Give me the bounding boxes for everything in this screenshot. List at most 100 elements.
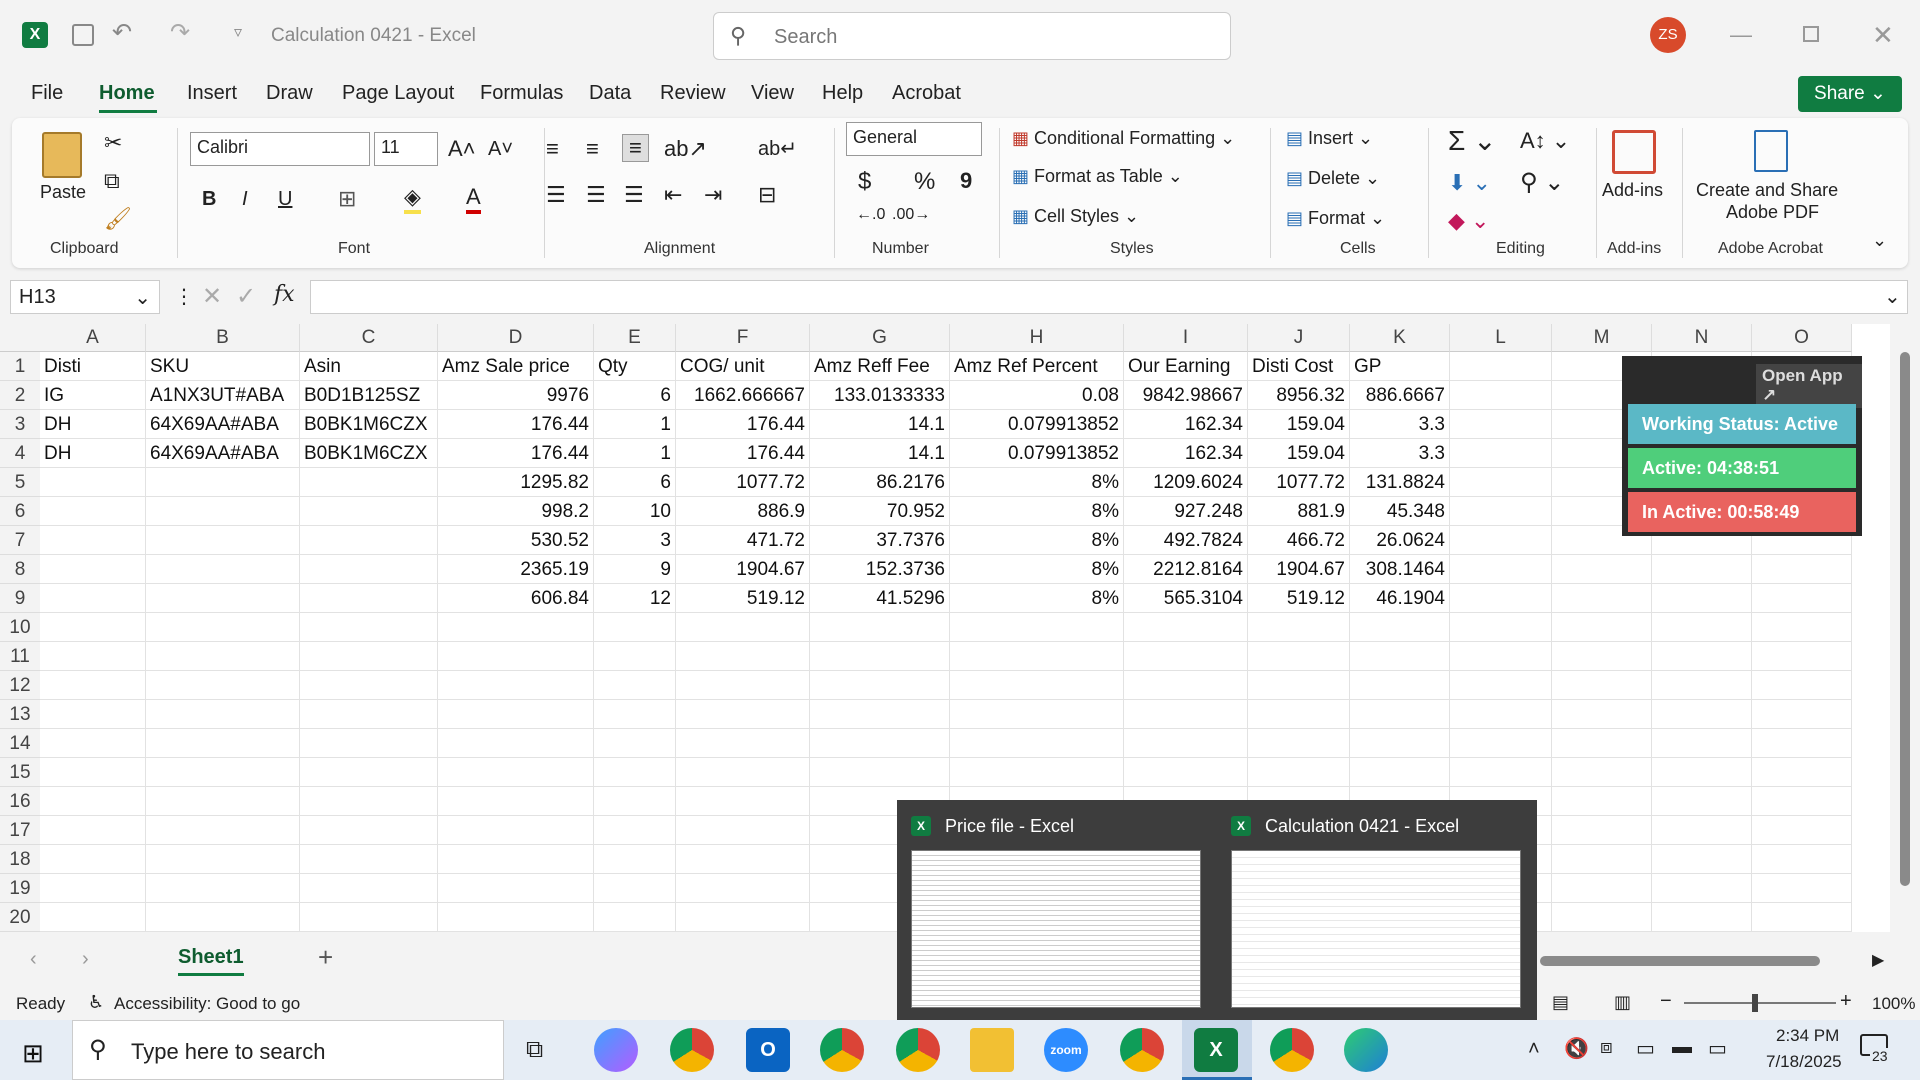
empty-cell[interactable] (300, 758, 438, 787)
empty-cell[interactable] (594, 729, 676, 758)
empty-cell[interactable] (1124, 671, 1248, 700)
horizontal-scrollbar[interactable] (1540, 956, 1820, 966)
row-header[interactable]: 15 (0, 758, 40, 787)
empty-cell[interactable] (1124, 758, 1248, 787)
redo-icon[interactable]: ↷ (170, 18, 190, 47)
empty-cell[interactable] (1450, 700, 1552, 729)
tab-review[interactable]: Review (660, 82, 726, 105)
cell[interactable]: 46.1904 (1350, 584, 1450, 613)
clock-date[interactable]: 7/18/2025 (1766, 1052, 1842, 1072)
row-header[interactable]: 18 (0, 845, 40, 874)
format-as-table-button[interactable]: ▦ Format as Table ⌄ (1012, 166, 1183, 187)
empty-cell[interactable] (676, 729, 810, 758)
empty-cell[interactable] (1652, 642, 1752, 671)
insert-function-icon[interactable]: fx (274, 282, 295, 307)
cell[interactable] (300, 555, 438, 584)
cell[interactable]: 0.08 (950, 381, 1124, 410)
scrollbar-thumb[interactable] (1900, 352, 1910, 886)
cell[interactable]: 8% (950, 526, 1124, 555)
cell[interactable]: 162.34 (1124, 410, 1248, 439)
empty-cell[interactable] (1652, 758, 1752, 787)
search-box[interactable]: ⚲ Search (713, 12, 1231, 60)
column-header-m[interactable]: M (1552, 324, 1652, 352)
scroll-right-icon[interactable]: ▶ (1872, 950, 1884, 970)
preview-thumbnail-price-file[interactable] (911, 850, 1201, 1008)
empty-cell[interactable] (1752, 758, 1852, 787)
close-icon[interactable]: ✕ (1872, 20, 1894, 51)
customize-qat-icon[interactable]: ▿ (234, 22, 242, 42)
insert-cells-button[interactable]: ▤ Insert ⌄ (1286, 128, 1373, 149)
minimize-icon[interactable]: — (1730, 22, 1752, 48)
cell[interactable]: 530.52 (438, 526, 594, 555)
empty-cell[interactable] (146, 816, 300, 845)
decrease-indent-icon[interactable]: ⇤ (664, 182, 682, 208)
empty-cell[interactable] (146, 874, 300, 903)
preview-thumbnail-calculation[interactable] (1231, 850, 1521, 1008)
row-header[interactable]: 13 (0, 700, 40, 729)
empty-cell[interactable] (1752, 555, 1852, 584)
empty-cell[interactable] (1552, 787, 1652, 816)
column-header-k[interactable]: K (1350, 324, 1450, 352)
empty-cell[interactable] (1552, 555, 1652, 584)
tab-formulas[interactable]: Formulas (480, 82, 563, 105)
cell[interactable] (40, 497, 146, 526)
preview-title-price-file[interactable]: Price file - Excel (945, 816, 1074, 837)
cell[interactable] (300, 526, 438, 555)
chrome-icon[interactable] (896, 1028, 940, 1072)
row-header[interactable]: 11 (0, 642, 40, 671)
cell[interactable]: 176.44 (438, 439, 594, 468)
empty-cell[interactable] (1752, 700, 1852, 729)
merge-center-icon[interactable]: ⊟ (758, 182, 776, 208)
empty-cell[interactable] (810, 758, 950, 787)
column-header-g[interactable]: G (810, 324, 950, 352)
cell[interactable]: 26.0624 (1350, 526, 1450, 555)
cell[interactable]: 6 (594, 381, 676, 410)
zoom-slider[interactable] (1684, 1002, 1836, 1004)
cell[interactable] (146, 555, 300, 584)
empty-cell[interactable] (438, 671, 594, 700)
empty-cell[interactable] (1450, 758, 1552, 787)
empty-cell[interactable] (950, 671, 1124, 700)
empty-cell[interactable] (594, 816, 676, 845)
cell[interactable]: 14.1 (810, 439, 950, 468)
chrome-icon[interactable] (1270, 1028, 1314, 1072)
cell[interactable]: 1 (594, 410, 676, 439)
cell[interactable]: 1904.67 (1248, 555, 1350, 584)
align-top-icon[interactable]: ≡ (546, 136, 559, 162)
find-select-icon[interactable]: ⚲ ⌄ (1520, 168, 1564, 197)
restore-icon[interactable] (1803, 26, 1819, 42)
add-ins-button[interactable]: Add-ins (1602, 180, 1663, 201)
cell[interactable]: 3.3 (1350, 439, 1450, 468)
empty-cell[interactable] (1552, 758, 1652, 787)
empty-cell[interactable] (1552, 642, 1652, 671)
zoom-app-icon[interactable]: zoom (1044, 1028, 1088, 1072)
cell[interactable]: DH (40, 439, 146, 468)
network-icon[interactable]: ▭ (1636, 1036, 1655, 1061)
preview-title-calculation[interactable]: Calculation 0421 - Excel (1265, 816, 1459, 837)
comma-button[interactable]: 9 (960, 168, 972, 194)
percent-button[interactable]: % (914, 168, 935, 196)
column-header-l[interactable]: L (1450, 324, 1552, 352)
empty-cell[interactable] (594, 845, 676, 874)
font-color-icon[interactable]: A (466, 184, 481, 214)
chrome-icon[interactable] (1120, 1028, 1164, 1072)
empty-cell[interactable] (1752, 584, 1852, 613)
column-header-a[interactable]: A (40, 324, 146, 352)
adobe-pdf-label[interactable]: Adobe PDF (1726, 202, 1819, 223)
row-header[interactable]: 3 (0, 410, 40, 439)
cell[interactable]: 927.248 (1124, 497, 1248, 526)
cell[interactable]: 9842.98667 (1124, 381, 1248, 410)
empty-cell[interactable] (40, 816, 146, 845)
empty-cell[interactable] (810, 729, 950, 758)
empty-cell[interactable] (300, 671, 438, 700)
empty-cell[interactable] (40, 642, 146, 671)
empty-cell[interactable] (950, 700, 1124, 729)
tab-acrobat[interactable]: Acrobat (892, 82, 961, 105)
empty-cell[interactable] (594, 787, 676, 816)
row-header[interactable]: 16 (0, 787, 40, 816)
empty-cell[interactable] (438, 787, 594, 816)
increase-decimal-icon[interactable]: ←.0 (856, 206, 885, 224)
windows-start-icon[interactable]: ⊞ (22, 1038, 44, 1069)
empty-cell[interactable] (1652, 816, 1752, 845)
empty-cell[interactable] (40, 729, 146, 758)
